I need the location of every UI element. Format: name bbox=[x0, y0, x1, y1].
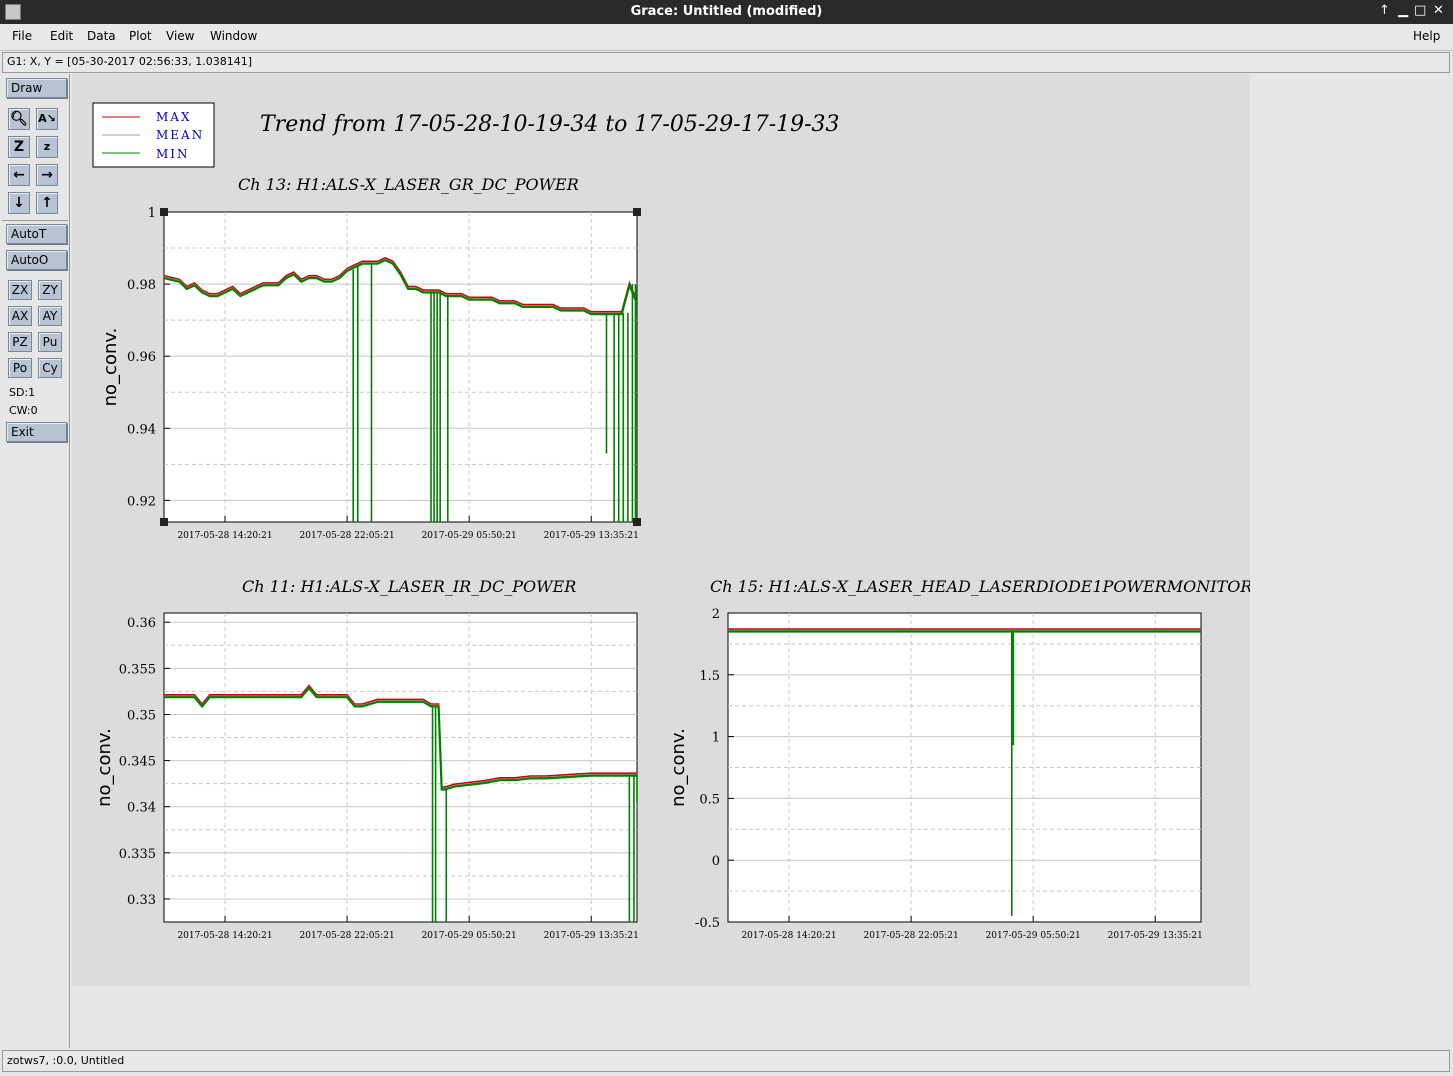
graph-3-ytick-label: 1.5 bbox=[699, 669, 720, 684]
graph-2-xtick-label: 2017-05-29 05:50:21 bbox=[422, 931, 517, 941]
current-world-label: CW:0 bbox=[9, 404, 38, 417]
graph-1-title: Ch 13: H1:ALS-X_LASER_GR_DC_POWER bbox=[238, 175, 579, 194]
graph-3-xtick-label: 2017-05-29 13:35:21 bbox=[1108, 931, 1203, 941]
graph-3-ytick-label: 1 bbox=[712, 731, 720, 746]
graph-3-ylabel: no_conv. bbox=[668, 728, 689, 807]
graph-2-ytick-label: 0.33 bbox=[127, 893, 156, 908]
graph-2-ytick-label: 0.36 bbox=[127, 616, 156, 631]
zy-button[interactable]: ZY bbox=[38, 280, 62, 300]
graph-2-ylabel: no_conv. bbox=[94, 728, 115, 807]
graph-2-ytick-label: 0.35 bbox=[127, 708, 156, 723]
cy-button[interactable]: Cy bbox=[38, 358, 62, 378]
graph-3-ytick-label: 0 bbox=[712, 854, 720, 869]
menu-edit[interactable]: Edit bbox=[50, 29, 73, 43]
graph-1-ytick-label: 0.92 bbox=[127, 494, 156, 509]
ax-button[interactable]: AX bbox=[8, 306, 32, 326]
arrow-down-icon[interactable]: ↓ bbox=[8, 192, 30, 214]
selection-handle[interactable] bbox=[160, 208, 168, 216]
zoom-icon[interactable]: 🔍︎ bbox=[8, 108, 30, 130]
graph-3-xtick-label: 2017-05-29 05:50:21 bbox=[986, 931, 1081, 941]
selection-handle[interactable] bbox=[633, 518, 641, 526]
selection-handle[interactable] bbox=[633, 208, 641, 216]
menu-window[interactable]: Window bbox=[210, 29, 257, 43]
graph-2-xtick-label: 2017-05-29 13:35:21 bbox=[544, 931, 639, 941]
stack-depth-label: SD:1 bbox=[9, 386, 36, 399]
graph-3-xtick-label: 2017-05-28 22:05:21 bbox=[864, 931, 959, 941]
menu-bar: File Edit Data Plot View Window Help bbox=[0, 24, 1453, 51]
graph-3-ytick-label: 0.5 bbox=[699, 792, 720, 807]
main-title: Trend from 17-05-28-10-19-34 to 17-05-29… bbox=[260, 112, 840, 137]
graph-3-xtick-label: 2017-05-28 14:20:21 bbox=[741, 931, 836, 941]
exit-button[interactable]: Exit bbox=[6, 422, 67, 442]
pu-button[interactable]: Pu bbox=[38, 332, 62, 352]
graphs-group: 2017-05-28 14:20:21 2017-05-28 22:05:21 20… bbox=[94, 175, 1252, 941]
graph-1-xtick-label: 2017-05-28 14:20:21 bbox=[177, 531, 272, 541]
legend-min-label: MIN bbox=[156, 147, 190, 161]
graph-1-ytick-label: 1 bbox=[148, 206, 156, 221]
tool-panel: Draw 🔍︎ A↘ Z z ← → ↓ ↑ AutoT AutoO ZX ZY… bbox=[2, 74, 70, 1048]
minimize-icon[interactable]: ▁ bbox=[1398, 3, 1408, 18]
graph-1-ylabel: no_conv. bbox=[100, 328, 121, 407]
graph-1-xtick-label: 2017-05-29 13:35:21 bbox=[544, 531, 639, 541]
draw-button[interactable]: Draw bbox=[6, 78, 67, 98]
menu-plot[interactable]: Plot bbox=[129, 29, 152, 43]
graph-2-ytick-label: 0.355 bbox=[119, 662, 156, 677]
maximize-icon[interactable]: □ bbox=[1414, 3, 1426, 18]
arrow-left-icon[interactable]: ← bbox=[8, 164, 30, 186]
graph-2-xtick-label: 2017-05-28 14:20:21 bbox=[177, 931, 272, 941]
graph-2-title: Ch 11: H1:ALS-X_LASER_IR_DC_POWER bbox=[242, 577, 576, 596]
selection-handle[interactable] bbox=[160, 518, 168, 526]
close-icon[interactable]: ✕ bbox=[1433, 3, 1444, 18]
window-up-icon[interactable]: ↑ bbox=[1379, 3, 1390, 18]
zx-button[interactable]: ZX bbox=[8, 280, 32, 300]
toolbar-divider bbox=[2, 220, 68, 221]
autoo-button[interactable]: AutoO bbox=[6, 250, 67, 270]
menu-view[interactable]: View bbox=[166, 29, 194, 43]
arrow-right-icon[interactable]: → bbox=[36, 164, 58, 186]
graph-1-ytick-label: 0.94 bbox=[127, 422, 156, 437]
graph-3-ytick-label: 2 bbox=[712, 607, 720, 622]
graph-3-title: Ch 15: H1:ALS-X_LASER_HEAD_LASERDIODE1PO… bbox=[710, 577, 1250, 596]
window-title: Grace: Untitled (modified) bbox=[630, 4, 823, 19]
graph-2-ytick-label: 0.345 bbox=[119, 755, 156, 770]
po-button[interactable]: Po bbox=[8, 358, 32, 378]
canvas-margin bbox=[1250, 74, 1450, 1048]
zoom-in-icon[interactable]: Z bbox=[8, 136, 30, 158]
menu-help[interactable]: Help bbox=[1413, 29, 1440, 43]
graph-2-ytick-label: 0.335 bbox=[119, 847, 156, 862]
graph-2-xtick-label: 2017-05-28 22:05:21 bbox=[300, 931, 395, 941]
menu-data[interactable]: Data bbox=[87, 29, 116, 43]
graph-3-ytick-label: -0.5 bbox=[695, 916, 720, 931]
ay-button[interactable]: AY bbox=[38, 306, 62, 326]
graph-1-xtick-label: 2017-05-28 22:05:21 bbox=[300, 531, 395, 541]
graph-1-ytick-label: 0.96 bbox=[127, 350, 156, 365]
graph-1-xtick-label: 2017-05-29 05:50:21 bbox=[422, 531, 517, 541]
zoom-out-icon[interactable]: z bbox=[36, 136, 58, 158]
locator-bar: G1: X, Y = [05-30-2017 02:56:33, 1.03814… bbox=[2, 52, 1450, 73]
graph-1-ytick-label: 0.98 bbox=[127, 278, 156, 293]
status-bar: zotws7, :0.0, Untitled bbox=[2, 1050, 1450, 1072]
locator-readout: G1: X, Y = [05-30-2017 02:56:33, 1.03814… bbox=[7, 55, 253, 68]
arrow-up-icon[interactable]: ↑ bbox=[36, 192, 58, 214]
pz-button[interactable]: PZ bbox=[8, 332, 32, 352]
legend-mean-label: MEAN bbox=[156, 128, 204, 142]
graph-2-ytick-label: 0.34 bbox=[127, 801, 156, 816]
title-bar: Grace: Untitled (modified) ↑ ▁ □ ✕ bbox=[0, 0, 1453, 24]
menu-file[interactable]: File bbox=[12, 29, 32, 43]
status-text: zotws7, :0.0, Untitled bbox=[7, 1054, 125, 1067]
autot-button[interactable]: AutoT bbox=[6, 224, 67, 244]
legend-max-label: MAX bbox=[156, 110, 192, 124]
plot-canvas[interactable]: MAX MEAN MIN Trend from 17-05-28-10-19-3… bbox=[72, 74, 1252, 986]
plot-svg[interactable]: MAX MEAN MIN Trend from 17-05-28-10-19-3… bbox=[72, 74, 1252, 986]
autoscale-icon[interactable]: A↘ bbox=[36, 108, 58, 130]
graph-1-frame bbox=[163, 211, 638, 523]
